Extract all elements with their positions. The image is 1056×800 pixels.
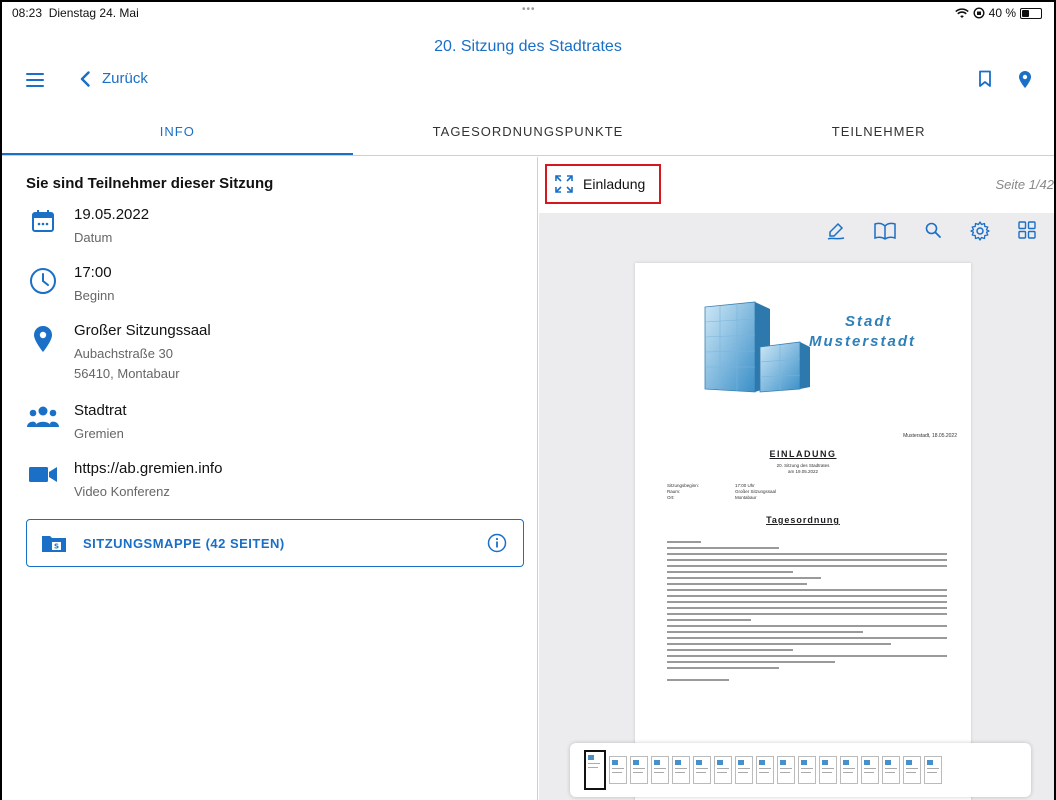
info-circle-icon[interactable]: [487, 533, 507, 553]
calendar-icon: [32, 210, 54, 232]
document-panel: Einladung Seite 1/42 Stadt Musterstadt M…: [539, 157, 1054, 800]
location-value: Großer Sitzungssaal: [74, 322, 211, 339]
page-thumbnail[interactable]: [609, 756, 627, 784]
group-icon: [27, 406, 59, 427]
page-thumbnail[interactable]: [840, 756, 858, 784]
document-subheading-line2: am 19.05.2022: [787, 469, 819, 474]
page-thumbnail[interactable]: [651, 756, 669, 784]
folder-icon: S: [42, 536, 66, 552]
orientation-lock-icon: [973, 7, 985, 19]
nav-actions: [978, 70, 1032, 89]
logo-text-stadt: Stadt: [845, 313, 893, 330]
page-thumbnail[interactable]: [819, 756, 837, 784]
sitzungsmappe-label: SITZUNGSMAPPE (42 SEITEN): [83, 535, 285, 551]
meeting-title: 20. Sitzung des Stadtrates: [434, 38, 622, 55]
page-thumbnail[interactable]: [861, 756, 879, 784]
tab-info[interactable]: INFO: [2, 112, 353, 155]
pen-icon[interactable]: [826, 221, 846, 241]
page-thumbnail[interactable]: [924, 756, 942, 784]
battery-icon: [1020, 7, 1042, 19]
document-agenda-lines: [667, 541, 947, 685]
battery-percent: 40 %: [988, 6, 1016, 20]
status-date: Dienstag 24. Mai: [48, 6, 139, 20]
video-link[interactable]: https://ab.gremien.info: [74, 459, 222, 479]
page-thumbnail[interactable]: [777, 756, 795, 784]
gremium-label: Gremien: [74, 426, 124, 441]
time-value: 17:00: [74, 264, 112, 281]
document-dateline: Musterstadt, 18.05.2022: [903, 433, 957, 439]
location-marker-icon: [34, 326, 52, 352]
gear-icon[interactable]: [970, 221, 990, 241]
svg-text:S: S: [54, 543, 59, 551]
location-pin-icon[interactable]: [1018, 70, 1032, 89]
page-thumbnail[interactable]: [714, 756, 732, 784]
hamburger-menu-icon[interactable]: [26, 73, 44, 89]
document-einladung-heading: EINLADUNG: [769, 449, 837, 459]
logo-text-musterstadt: Musterstadt: [809, 333, 917, 350]
page-thumbnail[interactable]: [735, 756, 753, 784]
nav-bar: Zurück: [2, 62, 1054, 102]
search-icon[interactable]: [924, 221, 942, 239]
meta-label-ort: Ort:: [667, 495, 675, 500]
wifi-icon: [954, 7, 969, 18]
page-thumbnail-strip[interactable]: [570, 743, 1031, 797]
expand-icon: [555, 175, 573, 193]
page-thumbnail[interactable]: [798, 756, 816, 784]
gremium-value: Stadtrat: [74, 402, 127, 419]
tab-tagesordnungspunkte[interactable]: TAGESORDNUNGSPUNKTE: [353, 112, 704, 155]
participant-heading: Sie sind Teilnehmer dieser Sitzung: [26, 175, 274, 192]
location-street: Aubachstraße 30: [74, 346, 174, 361]
city-logo: [704, 301, 810, 393]
location-city: 56410, Montabaur: [74, 366, 180, 381]
back-button[interactable]: Zurück: [80, 70, 148, 87]
page-thumbnail[interactable]: [903, 756, 921, 784]
document-title-button[interactable]: Einladung: [545, 164, 661, 204]
sitzungsmappe-button[interactable]: S SITZUNGSMAPPE (42 SEITEN): [26, 519, 524, 567]
tab-teilnehmer[interactable]: TEILNEHMER: [703, 112, 1054, 155]
clock-icon: [30, 268, 56, 294]
document-meta-labels: Sitzungsbeginn: Raum: Ort:: [667, 483, 699, 501]
page-thumbnail[interactable]: [693, 756, 711, 784]
book-icon[interactable]: [874, 221, 896, 241]
document-page[interactable]: Stadt Musterstadt Musterstadt, 18.05.202…: [635, 263, 971, 800]
document-tagesordnung-heading: Tagesordnung: [766, 515, 840, 525]
info-location: Großer Sitzungssaal Aubachstraße 30 5641…: [26, 321, 211, 384]
info-video: https://ab.gremien.info Video Konferenz: [26, 459, 222, 502]
video-camera-icon: [29, 467, 57, 482]
back-label: Zurück: [102, 70, 148, 87]
chevron-left-icon: [80, 70, 90, 87]
status-clock: 08:23: [12, 6, 43, 20]
document-meta-values: 17:00 Uhr Großer Sitzungssaal Montabaur: [735, 483, 776, 501]
status-indicators: 40 %: [954, 6, 1042, 20]
page-indicator: Seite 1/42: [995, 177, 1054, 192]
grid-icon[interactable]: [1018, 221, 1036, 239]
page-thumbnail[interactable]: [756, 756, 774, 784]
info-date: 19.05.2022 Datum: [26, 205, 149, 248]
page-thumbnail[interactable]: [672, 756, 690, 784]
info-panel: Sie sind Teilnehmer dieser Sitzung 19.05…: [2, 157, 538, 800]
app-frame: 08:23 Dienstag 24. Mai ••• 40 % 20. Sitz…: [0, 0, 1056, 800]
status-time: 08:23 Dienstag 24. Mai: [12, 6, 139, 20]
info-time: 17:00 Beginn: [26, 263, 114, 306]
document-subheading: 20. Sitzung des Stadtrates am 19.05.2022: [635, 463, 971, 475]
document-header: Einladung Seite 1/42: [539, 157, 1054, 213]
meta-value-ort: Montabaur: [735, 495, 757, 500]
page-thumbnail[interactable]: [584, 750, 606, 790]
document-title: Einladung: [583, 176, 646, 192]
tab-bar: INFO TAGESORDNUNGSPUNKTE TEILNEHMER: [2, 112, 1054, 156]
date-label: Datum: [74, 230, 113, 245]
page-thumbnail[interactable]: [882, 756, 900, 784]
video-label: Video Konferenz: [74, 484, 170, 499]
page-thumbnail[interactable]: [630, 756, 648, 784]
time-label: Beginn: [74, 288, 115, 303]
multitasking-dots-icon[interactable]: •••: [522, 4, 536, 15]
document-toolbar: [539, 213, 1054, 253]
info-gremium: Stadtrat Gremien: [26, 401, 127, 444]
bookmark-icon[interactable]: [978, 70, 992, 88]
date-value: 19.05.2022: [74, 206, 150, 223]
status-bar: 08:23 Dienstag 24. Mai ••• 40 %: [2, 2, 1054, 24]
